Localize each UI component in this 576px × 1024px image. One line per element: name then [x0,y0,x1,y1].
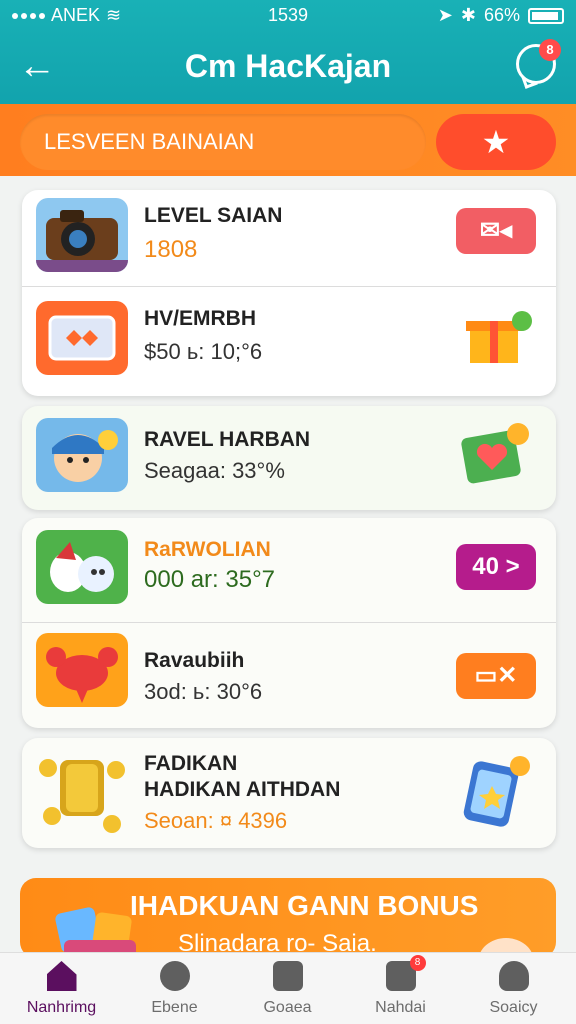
item-value: Seagaa: 33°% [144,458,285,483]
nav-label: Soaicy [489,999,538,1016]
nav-label: Ebene [151,999,198,1016]
title-row: ← Cm HacKajan 8 [0,39,576,96]
item-name: Ravaubiih [144,649,245,672]
nav-item-calculator[interactable]: Goaea [230,961,345,1017]
people-icon: 8 [385,955,426,991]
bluetooth-icon: ✱ [460,5,476,25]
bonus-title: IHADKUAN GANN BONUS [130,890,479,921]
cards-icon [48,315,116,361]
ticket-close-icon: ▭✕ [474,662,518,689]
trophy-thumbnail [36,744,128,838]
list-item[interactable]: HV/EMRBH $50 ь: 10;°6 [22,286,556,392]
chat-icon[interactable]: 8 [516,39,561,84]
avatar [36,418,128,492]
trophy-icon [39,759,125,833]
item-name-secondary: HADIKAN AITHDAN [144,778,341,801]
list-card: FADIKAN HADIKAN AITHDAN Seoan: ¤ 4396 [22,738,556,848]
nav-item-profile[interactable]: Soaicy [456,961,571,1017]
phone-star-icon [463,756,530,827]
ghost-icon [50,542,114,592]
item-name: RaRWOLIAN [144,538,271,561]
item-value: $50 ь: 10;°6 [144,339,263,364]
nav-item-people[interactable]: 8 Nahdai [343,955,458,1017]
heart-card-icon [461,423,529,484]
nav-item-settings[interactable]: Ebene [117,961,232,1017]
battery-icon [528,7,564,24]
list-item[interactable]: LEVEL SAIAN 1808 ✉◂ [22,190,556,296]
item-value: 3od: ь: 30°6 [144,679,263,704]
filter-bar: LESVEEN BAINAIAN ★ [0,104,576,176]
character-avatar-icon [52,430,118,482]
bonus-banner[interactable]: IHADKUAN GANN BONUS Slinadara ro- Saia. [20,878,556,958]
card-thumbnail [36,301,128,375]
app-header: ANEK ≋ 1539 ➤ ✱ 66% ← Cm HacKajan 8 [0,0,576,104]
item-name: LEVEL SAIAN [144,204,283,227]
location-icon: ➤ [437,5,453,25]
play-button[interactable]: 40 > [456,544,536,590]
ticket-button[interactable]: ✉◂ [456,208,536,254]
list-item[interactable]: Ravaubiih 3od: ь: 30°6 ▭✕ [22,622,556,728]
favorite-button[interactable]: ★ [436,114,556,170]
creature-thumbnail [36,633,128,707]
list-card: LEVEL SAIAN 1808 ✉◂ HV/EMRBH $50 ь: 10;°… [22,190,556,396]
item-name: HV/EMRBH [144,307,257,330]
battery-percent: 66% [483,5,520,25]
filter-pill[interactable]: LESVEEN BAINAIAN [20,114,426,170]
item-name: RAVEL HARBAN [144,428,311,451]
gear-icon [159,961,190,991]
star-icon: ★ [481,124,511,160]
bottom-navigation: Nanhrimg Ebene Goaea 8 Nahdai Soaicy [0,952,576,1024]
nav-label: Goaea [263,999,312,1016]
ticket-icon: ✉◂ [479,217,513,244]
close-action-button[interactable]: ▭✕ [456,653,536,699]
nav-label: Nahdai [375,999,426,1016]
camera-icon [36,210,128,272]
list-card: RaRWOLIAN 000 ar: 35°7 40 > Ravaubiih 3o… [22,518,556,728]
item-value: 1808 [144,236,198,263]
gift-button[interactable] [456,307,536,367]
list-item[interactable]: RAVEL HARBAN Seagaa: 33°% [22,406,556,510]
crab-icon [46,647,118,703]
phone-reward-button[interactable] [456,754,536,830]
camera-thumbnail [36,198,128,272]
nav-label: Nanhrimg [26,999,97,1016]
gift-box-icon [466,311,532,363]
chat-notification-badge: 8 [539,39,561,61]
status-bar: ANEK ≋ 1539 ➤ ✱ 66% [0,0,576,30]
item-value: 000 ar: 35°7 [144,566,276,593]
nav-notification-badge: 8 [409,955,426,971]
nav-item-home[interactable]: Nanhrimg [4,961,119,1017]
heart-button[interactable] [456,418,536,488]
play-button-label: 40 > [472,553,520,580]
status-right: ➤ ✱ 66% [438,5,564,26]
item-name: FADIKAN [144,752,238,775]
list-item[interactable]: RaRWOLIAN 000 ar: 35°7 40 > [22,518,556,624]
person-icon [498,961,529,991]
home-icon [46,961,77,991]
item-value: Seoan: ¤ 4396 [144,808,288,833]
page-title: Cm HacKajan [184,48,392,84]
list-item[interactable]: FADIKAN HADIKAN AITHDAN Seoan: ¤ 4396 [22,738,556,844]
calculator-icon [272,961,303,991]
game-thumbnail [36,530,128,604]
list-card: RAVEL HARBAN Seagaa: 33°% [22,406,556,510]
